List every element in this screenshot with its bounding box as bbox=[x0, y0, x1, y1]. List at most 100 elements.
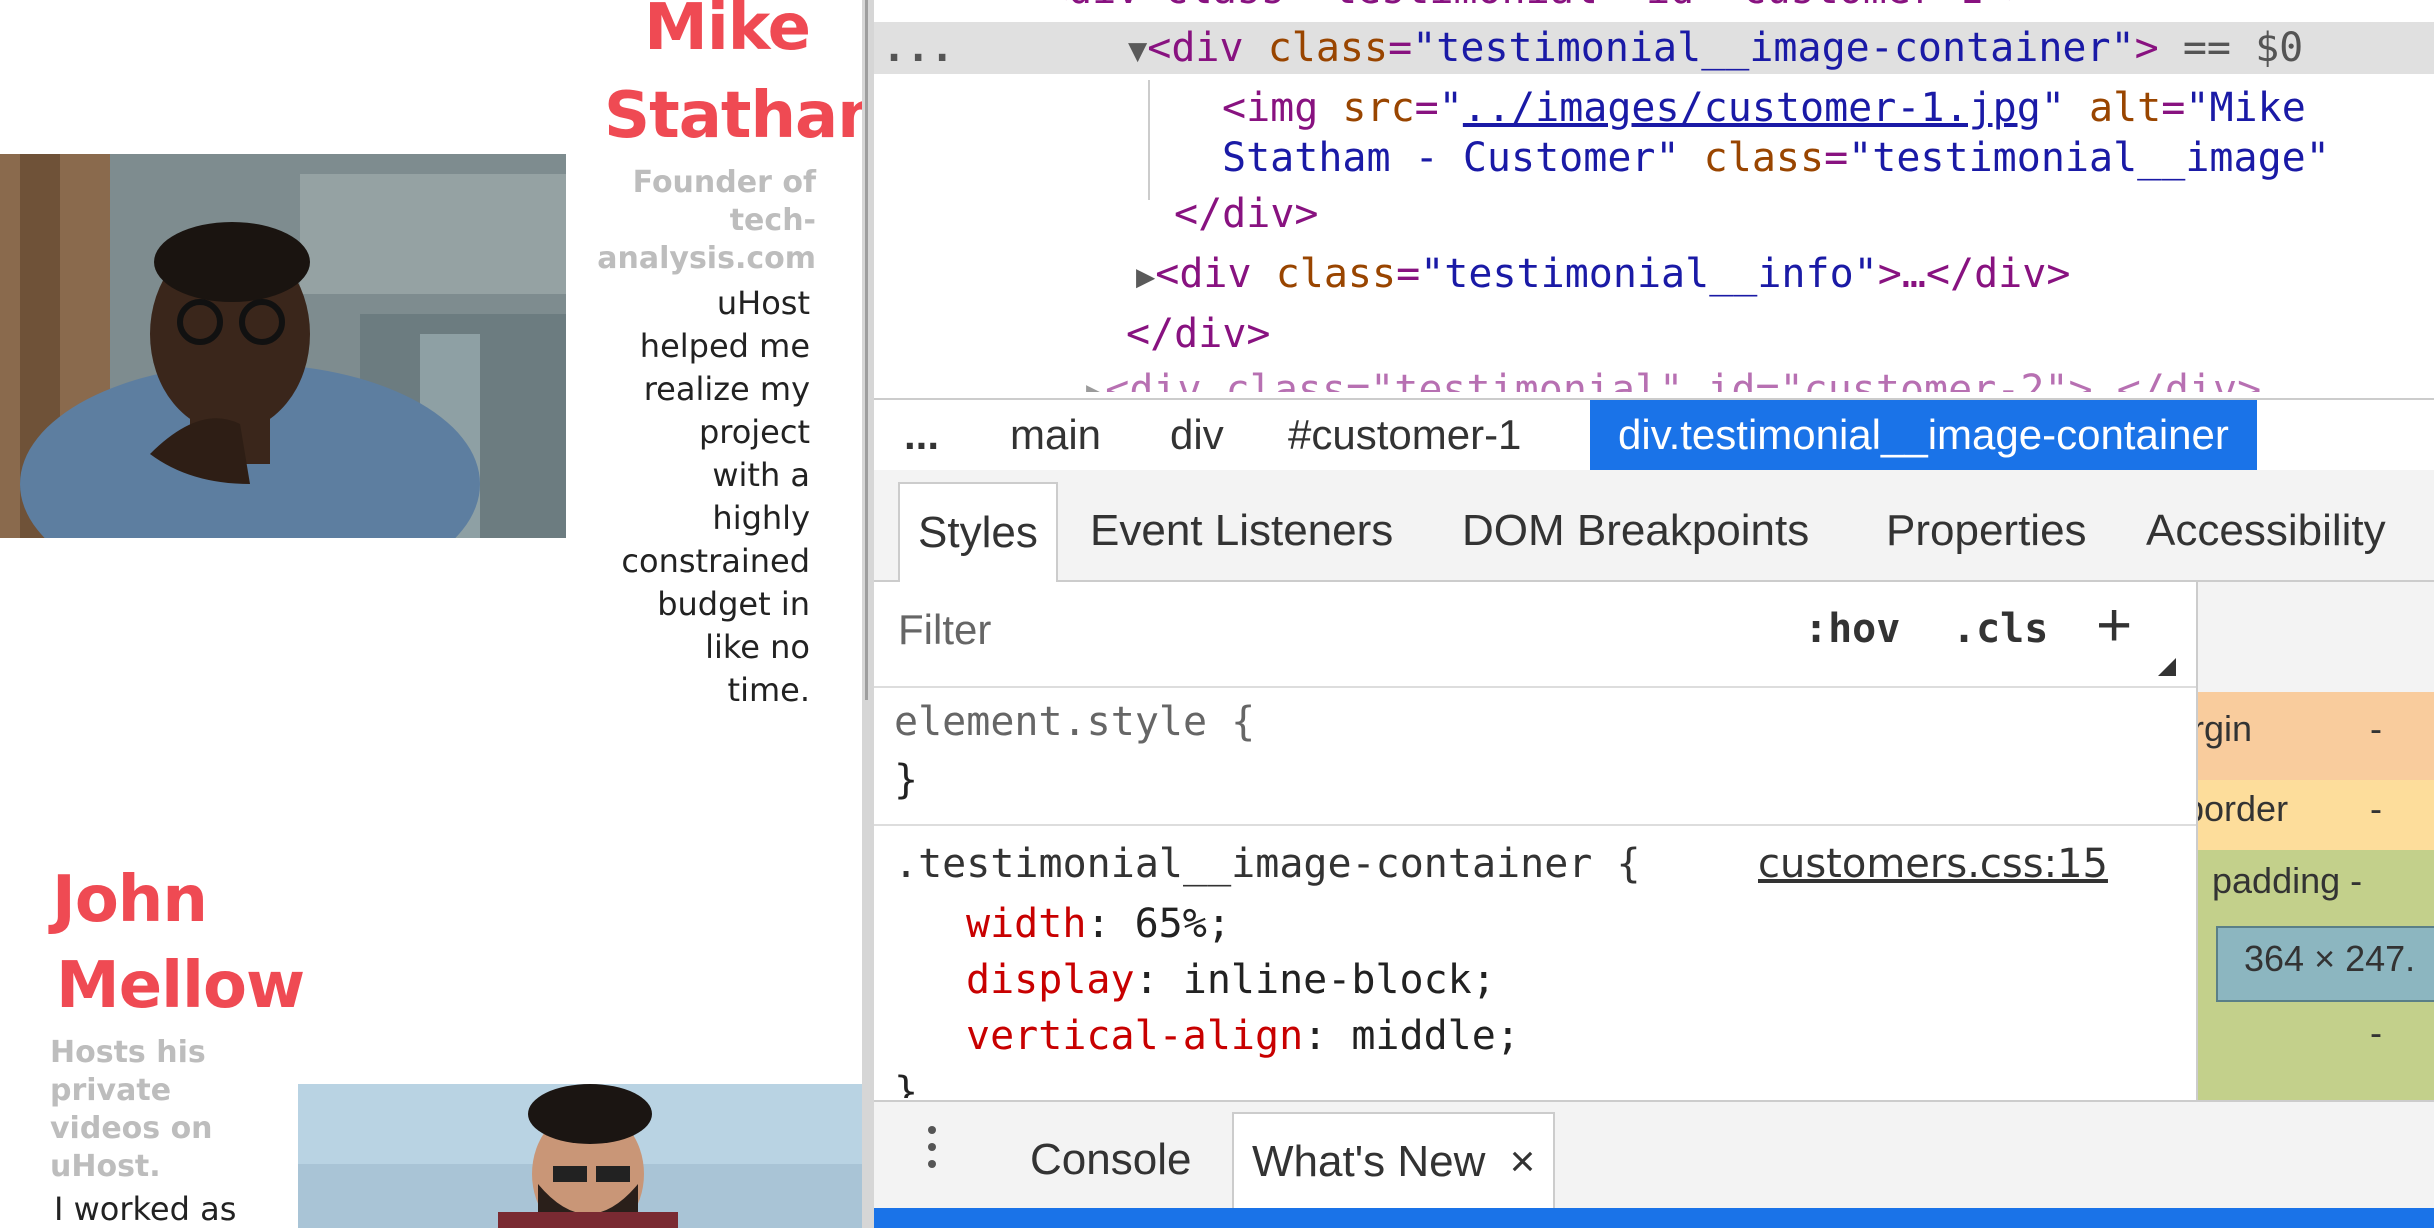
collapse-triangle-icon[interactable]: ▶ bbox=[1086, 373, 1105, 392]
breadcrumb-ellipsis[interactable]: ... bbox=[904, 400, 939, 470]
customer-2-quote: I worked as bbox=[54, 1188, 314, 1228]
elements-tree: <div class="testimonial" id="customer-1"… bbox=[874, 0, 2434, 392]
role-line: private bbox=[50, 1073, 172, 1108]
devtools-panel: <div class="testimonial" id="customer-1"… bbox=[874, 0, 2434, 1228]
role-line: videos on bbox=[50, 1111, 213, 1146]
quote-line: helped me bbox=[639, 327, 810, 365]
tree-guide bbox=[1148, 80, 1150, 200]
attr-name: alt bbox=[2089, 85, 2162, 131]
quote-line: project bbox=[698, 413, 810, 451]
tag-open: <img bbox=[1222, 85, 1319, 131]
attr-value: Statham - Customer" bbox=[1222, 135, 1680, 181]
quote-line: uHost bbox=[716, 284, 810, 322]
customer-1-role: Founder of tech- analysis.com bbox=[560, 164, 816, 278]
rule-selector[interactable]: .testimonial__image-container { bbox=[894, 838, 1641, 890]
close-icon[interactable]: × bbox=[1510, 1137, 1536, 1186]
role-line: tech- bbox=[729, 203, 816, 238]
box-model: margin - border - padding - 364 × 247. - bbox=[2196, 582, 2434, 1100]
tab-styles[interactable]: Styles bbox=[898, 482, 1058, 582]
quote-line: I worked as bbox=[54, 1190, 237, 1228]
tag-open: <div bbox=[1147, 25, 1244, 71]
drawer-tab-console[interactable]: Console bbox=[1030, 1112, 1191, 1208]
new-style-rule-menu-icon[interactable] bbox=[2158, 658, 2176, 676]
quote-line: constrained bbox=[621, 542, 810, 580]
padding-bottom-value: - bbox=[2370, 1012, 2382, 1053]
splitter-grip[interactable] bbox=[865, 0, 868, 700]
breadcrumb-main[interactable]: main bbox=[1010, 400, 1101, 470]
tab-dom-breakpoints[interactable]: DOM Breakpoints bbox=[1462, 482, 1809, 580]
equals: = bbox=[1414, 85, 1439, 131]
attr-name: src bbox=[1342, 85, 1415, 131]
attr-name: class bbox=[1267, 25, 1389, 71]
dom-line-close-outer[interactable]: </div> bbox=[1126, 308, 1271, 360]
role-line: analysis.com bbox=[597, 241, 816, 276]
prop-name: vertical-align bbox=[966, 1013, 1304, 1059]
element-style-selector[interactable]: element.style { bbox=[894, 696, 1255, 748]
decl-vertical-align[interactable]: vertical-align: middle; bbox=[966, 1010, 1520, 1062]
panel-splitter[interactable] bbox=[862, 0, 874, 1228]
drawer-menu-icon[interactable] bbox=[928, 1126, 936, 1177]
tag-open: <div bbox=[1155, 251, 1252, 297]
drawer-tab-whats-new[interactable]: What's New × bbox=[1232, 1112, 1556, 1210]
tag-rest: >…</div> bbox=[1877, 251, 2071, 297]
rule-source-link[interactable]: customers.css:15 bbox=[1758, 838, 2108, 890]
tab-event-listeners[interactable]: Event Listeners bbox=[1090, 482, 1393, 580]
dom-line-close-div[interactable]: </div> bbox=[1174, 188, 1319, 240]
styles-rules: element.style { } .testimonial__image-co… bbox=[874, 688, 2196, 1098]
collapse-triangle-icon[interactable]: ▶ bbox=[1136, 257, 1155, 295]
quote-line: time. bbox=[727, 671, 810, 709]
expand-triangle-icon[interactable]: ▼ bbox=[1128, 31, 1147, 69]
quote-line: highly bbox=[712, 499, 810, 537]
rule-close: } bbox=[894, 1069, 919, 1098]
element-style-close: } bbox=[894, 757, 919, 803]
drawer-tab-label: What's New bbox=[1252, 1137, 1486, 1186]
quote-line: realize my bbox=[643, 370, 810, 408]
quote-line: budget in bbox=[657, 585, 810, 623]
tab-accessibility[interactable]: Accessibility bbox=[2146, 482, 2386, 580]
breadcrumb-customer-1[interactable]: #customer-1 bbox=[1288, 400, 1521, 470]
margin-value: - bbox=[2370, 708, 2382, 749]
attr-value: "Mike bbox=[2185, 85, 2306, 131]
dom-line-img-1[interactable]: <img src="../images/customer-1.jpg" alt=… bbox=[1222, 82, 2306, 134]
equals: = bbox=[1824, 135, 1849, 181]
prop-name: display bbox=[966, 957, 1135, 1003]
quote-line: with a bbox=[712, 456, 810, 494]
customer-1-name-line1: Mike bbox=[644, 0, 811, 65]
decl-width[interactable]: width: 65%; bbox=[966, 898, 1231, 950]
prop-value: 65%; bbox=[1134, 901, 1231, 947]
dom-line-info[interactable]: ▶<div class="testimonial__info">…</div> bbox=[1136, 248, 2070, 302]
breadcrumb-div[interactable]: div bbox=[1170, 400, 1224, 470]
dom-line-bottom[interactable]: ▶<div class="testimonial" id="customer-2… bbox=[1086, 364, 2261, 392]
img-src-link[interactable]: ../images/customer-1.jpg bbox=[1463, 85, 2041, 131]
role-line: uHost. bbox=[50, 1149, 161, 1184]
equals: = bbox=[1388, 25, 1413, 71]
prop-name: width bbox=[966, 901, 1087, 947]
dom-line-top[interactable]: <div class="testimonial" id="customer-1"… bbox=[1044, 0, 2031, 16]
status-bar bbox=[874, 1208, 2434, 1228]
dom-line-selected[interactable]: ▼<div class="testimonial__image-containe… bbox=[1128, 22, 2303, 76]
styles-filter-bar: Filter :hov .cls + bbox=[874, 582, 2196, 688]
tab-properties[interactable]: Properties bbox=[1886, 482, 2087, 580]
hov-toggle[interactable]: :hov bbox=[1804, 606, 1900, 652]
equals: = bbox=[2161, 85, 2186, 131]
add-rule-plus-icon[interactable]: + bbox=[2096, 590, 2132, 661]
attr-value: "testimonial__image-container" bbox=[1412, 25, 2135, 71]
cls-toggle[interactable]: .cls bbox=[1952, 606, 2048, 652]
dom-ellipsis[interactable]: ... bbox=[882, 22, 954, 74]
quote-mark: " bbox=[2040, 85, 2065, 131]
dom-line-img-2[interactable]: Statham - Customer" class="testimonial__… bbox=[1222, 132, 2330, 184]
attr-name: class bbox=[1275, 251, 1397, 297]
quote-line: like no bbox=[705, 628, 810, 666]
tag-close: > bbox=[2134, 25, 2159, 71]
customer-2-name-line1: John bbox=[52, 863, 208, 937]
customer-1-quote: uHost helped me realize my project with … bbox=[560, 282, 810, 712]
prop-value: middle; bbox=[1351, 1013, 1520, 1059]
filter-input[interactable]: Filter bbox=[898, 606, 991, 654]
prop-value: inline-block; bbox=[1182, 957, 1496, 1003]
breadcrumb: ... main div #customer-1 div.testimonial… bbox=[874, 398, 2434, 470]
dom-line-bottom-text: <div class="testimonial" id="customer-2"… bbox=[1105, 367, 2262, 392]
decl-display[interactable]: display: inline-block; bbox=[966, 954, 1496, 1006]
customer-2-name-line2: Mellow bbox=[56, 949, 305, 1023]
customer-2-photo bbox=[298, 1084, 862, 1228]
breadcrumb-image-container[interactable]: div.testimonial__image-container bbox=[1590, 400, 2257, 470]
